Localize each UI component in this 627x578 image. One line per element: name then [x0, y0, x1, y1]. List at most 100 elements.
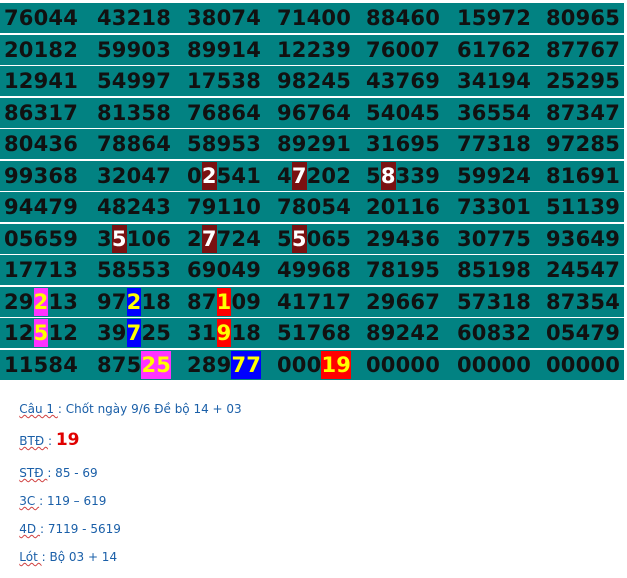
grid-cell: 54045 [366, 100, 441, 125]
cell-digits: 724 [216, 226, 262, 251]
grid-cell: 43218 [97, 6, 172, 30]
grid-cell: 85198 [457, 258, 532, 282]
grid-cell: 97218 [97, 287, 171, 316]
cell-digits: 106 [126, 226, 172, 251]
grid-cell: 87767 [546, 37, 621, 62]
grid-cell: 31918 [187, 319, 261, 347]
grid-cell: 76044 [4, 6, 79, 30]
grid-cell: 25295 [546, 69, 621, 93]
cell-digits: 5 [366, 163, 381, 188]
cell-digits: 25 [141, 321, 172, 345]
cell-digits: 4 [277, 163, 292, 188]
grid-row: 12512 39725 31918 51768 89242 60832 05479 [0, 318, 624, 348]
grid-cell: 05659 [4, 226, 79, 251]
grid-cell: 15972 [457, 6, 532, 30]
grid-cell: 80436 [4, 132, 79, 156]
cell-digits: 12 [4, 321, 34, 345]
grid-cell: 80965 [546, 6, 621, 30]
cell-digits: 29 [4, 289, 34, 314]
highlighted-digits: 2 [201, 161, 217, 190]
cell-digits: 339 [395, 163, 441, 188]
note-cau1-label: Câu 1 [19, 402, 58, 416]
note-std-text: : 85 - 69 [47, 466, 98, 480]
cell-digits: 541 [216, 163, 262, 188]
grid-cell: 39725 [97, 319, 171, 347]
grid-cell: 89242 [366, 321, 441, 345]
highlighted-digits: 5 [111, 224, 127, 253]
grid-cell: 11584 [4, 352, 79, 377]
grid-cell: 78195 [366, 258, 441, 282]
grid-cell: 28977 [187, 350, 262, 379]
grid-cell: 00000 [366, 352, 441, 377]
cell-digits: 2 [187, 226, 202, 251]
note-btd-sep: : [47, 434, 56, 448]
cell-digits: 5 [277, 226, 292, 251]
grid-cell: 87354 [546, 289, 621, 314]
highlighted-digits: 7 [126, 319, 142, 347]
grid-cell: 00000 [546, 352, 621, 377]
grid-cell: 57318 [457, 289, 532, 314]
cell-digits: 18 [231, 321, 262, 345]
grid-cell: 48243 [97, 195, 172, 219]
highlighted-digits: 5 [33, 319, 49, 347]
highlighted-digits: 1 [216, 287, 232, 316]
grid-cell: 41717 [277, 289, 352, 314]
note-cau1-text: : Chốt ngày 9/6 Đề bộ 14 + 03 [57, 402, 242, 416]
grid-cell: 12239 [277, 37, 352, 62]
grid-cell: 31695 [366, 132, 441, 156]
grid-cell: 86317 [4, 100, 79, 125]
grid-cell: 32047 [97, 163, 172, 188]
grid-cell: 89291 [277, 132, 352, 156]
grid-cell: 77318 [457, 132, 532, 156]
grid-cell: 43769 [366, 69, 441, 93]
grid-cell: 51139 [546, 195, 621, 219]
grid-row: 94479 48243 79110 78054 20116 73301 51139 [0, 192, 624, 222]
grid-cell: 76864 [187, 100, 262, 125]
grid-cell: 96764 [277, 100, 352, 125]
highlighted-digits: 5 [291, 224, 307, 253]
cell-digits: 39 [97, 321, 127, 345]
grid-row: 86317 81358 76864 96764 54045 36554 87347 [0, 97, 624, 128]
grid-row: 05659 35106 27724 55065 29436 30775 93649 [0, 223, 624, 254]
highlighted-digits: 7 [291, 161, 307, 190]
grid-cell: 51768 [277, 321, 352, 345]
grid-cell: 36554 [457, 100, 532, 125]
grid-cell: 20116 [366, 195, 441, 219]
grid-cell: 17713 [4, 258, 79, 282]
grid-row: 29213 97218 87109 41717 29667 57318 87354 [0, 286, 624, 317]
note-4d-label: 4D [19, 522, 40, 536]
highlighted-digits: 8 [380, 161, 396, 190]
grid-cell: 71400 [277, 6, 352, 30]
grid-row: 11584 87525 28977 00019 00000 00000 00000 [0, 349, 624, 380]
cell-digits: 0 [187, 163, 202, 188]
grid-cell: 30775 [457, 226, 532, 251]
grid-row: 20182 59903 89914 12239 76007 61762 87767 [0, 34, 624, 65]
highlighted-digits: 7 [201, 224, 217, 253]
grid-cell: 55065 [277, 224, 351, 253]
grid-cell: 60832 [457, 321, 532, 345]
grid-cell: 81358 [97, 100, 172, 125]
highlighted-digits: 2 [126, 287, 142, 316]
grid-cell: 89914 [187, 37, 262, 62]
highlighted-digits: 25 [141, 350, 172, 379]
highlighted-digits: 19 [321, 350, 352, 379]
note-btd-value: 19 [55, 430, 80, 450]
grid-cell: 00000 [457, 352, 532, 377]
grid-cell: 12512 [4, 319, 78, 347]
grid-cell: 12941 [4, 69, 79, 93]
grid-cell: 97285 [546, 132, 621, 156]
cell-digits: 13 [48, 289, 79, 314]
note-3c-text: : 119 – 619 [39, 494, 107, 508]
grid-cell: 24547 [546, 258, 621, 282]
grid-cell: 58953 [187, 132, 262, 156]
cell-digits: 12 [48, 321, 79, 345]
grid-cell: 29436 [366, 226, 441, 251]
grid-cell: 05479 [546, 321, 621, 345]
highlighted-digits: 9 [216, 319, 232, 347]
grid-cell: 49968 [277, 258, 352, 282]
cell-digits: 31 [187, 321, 217, 345]
grid-cell: 34194 [457, 69, 532, 93]
cell-digits: 3 [97, 226, 112, 251]
grid-row: 12941 54997 17538 98245 43769 34194 25295 [0, 66, 624, 96]
grid-cell: 78054 [277, 195, 352, 219]
